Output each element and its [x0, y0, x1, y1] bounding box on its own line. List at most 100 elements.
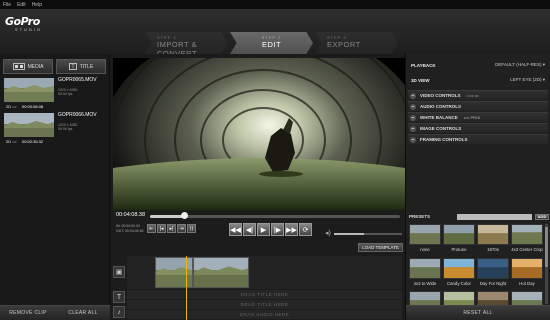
title-drop-zone[interactable]: DRAG TITLE HERE — [127, 300, 402, 309]
menu-file[interactable]: File — [3, 2, 11, 8]
collapse-icon: − — [410, 92, 416, 99]
remove-clip-button[interactable]: REMOVE CLIP — [0, 305, 56, 320]
preset-thumbnail — [443, 224, 475, 245]
clip-duration: 00:02:35.32 — [22, 139, 44, 144]
clear-all-button[interactable]: CLEAR ALL — [56, 305, 110, 320]
preset-tile[interactable]: 4x3 to Wide — [409, 258, 441, 290]
preset-thumbnail — [409, 291, 441, 305]
preset-thumbnail — [409, 224, 441, 245]
presets-bar: PRESETS ADD — [406, 212, 549, 221]
scrub-handle[interactable] — [181, 212, 188, 219]
audio-controls-section[interactable]: − AUDIO CONTROLS — [408, 101, 548, 111]
preset-thumbnail — [477, 258, 509, 279]
3d-view-value: LEFT EYE (2D) — [510, 77, 542, 82]
playback-select[interactable]: DEFAULT (HALF-RES) ▾ — [495, 62, 545, 68]
reset-all-button[interactable]: RESET ALL — [406, 305, 550, 320]
timeline-playhead[interactable] — [186, 256, 187, 320]
step-forward-button[interactable]: |▶ — [271, 223, 284, 236]
section-label: IMAGE CONTROLS — [420, 126, 462, 131]
mark-in-button[interactable]: ⇤ — [147, 224, 156, 233]
preset-tile[interactable]: Candy Color — [443, 258, 475, 290]
play-button[interactable]: ▶ — [257, 223, 270, 236]
split-button[interactable]: ⟨⟩ — [187, 224, 196, 233]
audio-track-icon: ♪ — [113, 306, 125, 318]
tab-media[interactable]: MEDIA — [3, 59, 53, 74]
loop-button[interactable]: ⟳ — [299, 223, 312, 236]
rewind-button[interactable]: ◀◀ — [229, 223, 242, 236]
preset-thumbnail — [443, 258, 475, 279]
menu-edit[interactable]: Edit — [17, 2, 26, 8]
video-controls-section[interactable]: − VIDEO CONTROLS • ••• ••• — [408, 90, 548, 100]
preset-tile[interactable] — [443, 291, 475, 305]
go-to-out-button[interactable]: ▸| — [167, 224, 176, 233]
3d-view-select[interactable]: LEFT EYE (2D) ▾ — [510, 77, 545, 83]
collapse-icon: − — [410, 125, 416, 132]
preset-thumbnail — [511, 258, 543, 279]
clip-2d-tag: 2D GP — [6, 139, 17, 144]
film-icon — [12, 63, 25, 70]
timeline-clip[interactable] — [193, 257, 249, 288]
presets-label: PRESETS — [409, 214, 431, 219]
preset-tile[interactable]: Hot Day — [511, 258, 543, 290]
preset-label: 1970s — [487, 247, 499, 252]
go-to-in-button[interactable]: |◂ — [157, 224, 166, 233]
preset-tile[interactable]: none — [409, 224, 441, 256]
3d-view-row: 3D VIEW LEFT EYE (2D) ▾ — [408, 75, 548, 85]
section-label: WHITE BALANCE — [420, 115, 458, 120]
mark-out-button[interactable]: ⇥ — [177, 224, 186, 233]
clip-fps: 59.94 fps — [58, 127, 73, 131]
clip-thumbnail — [4, 113, 54, 137]
preset-thumbnail — [511, 224, 543, 245]
media-clip-item[interactable]: GOPR0066.MOV 1920 x 1080 59.94 fps 2D GP … — [2, 110, 108, 144]
title-drop-zone[interactable]: DRAG TITLE HERE — [127, 290, 402, 299]
media-clip-item[interactable]: GOPR0065.MOV 1920 x 1080 59.94 fps 2D GP … — [2, 75, 108, 109]
section-extra: • ••• ••• — [466, 93, 479, 98]
clip-thumbnail — [4, 78, 54, 102]
preset-tile[interactable] — [409, 291, 441, 305]
video-frame — [113, 58, 405, 210]
section-label: FRAMING CONTROLS — [420, 137, 468, 142]
playback-value: DEFAULT (HALF-RES) — [495, 62, 542, 67]
menu-help[interactable]: Help — [32, 2, 42, 8]
scrub-bar-progress — [150, 215, 184, 218]
add-preset-button[interactable]: ADD — [535, 213, 549, 220]
video-preview[interactable] — [113, 58, 405, 210]
clip-duration: 00:00:08.08 — [22, 104, 44, 109]
preset-search-input[interactable] — [457, 213, 533, 220]
audio-drop-zone[interactable]: DRAG AUDIO HERE — [127, 310, 402, 319]
timeline-clip[interactable] — [155, 257, 193, 288]
preset-thumbnail — [477, 291, 509, 305]
menu-bar: File Edit Help — [0, 0, 550, 9]
preset-tile[interactable] — [511, 291, 543, 305]
preset-tile[interactable] — [477, 291, 509, 305]
tab-title-label: TITLE — [79, 63, 94, 70]
preset-label: Candy Color — [447, 281, 471, 286]
step-import-convert[interactable]: STEP 1 IMPORT & CONVERT — [145, 32, 228, 54]
clip-name: GOPR0066.MOV — [58, 112, 97, 118]
preset-tile[interactable]: Day For Night — [477, 258, 509, 290]
collapse-icon: − — [410, 114, 416, 121]
out-point-label: OUT: 00:04:08.38 — [116, 229, 144, 233]
step-edit[interactable]: STEP 2 EDIT — [230, 32, 313, 54]
preset-tile[interactable]: 1970s — [477, 224, 509, 256]
fast-forward-button[interactable]: ▶▶ — [285, 223, 298, 236]
collapse-icon: − — [410, 103, 416, 110]
preset-tile[interactable]: 4x3 Center Crop — [511, 224, 543, 256]
clip-resolution: 1920 x 1080 59.94 fps — [58, 123, 77, 131]
load-template-button[interactable]: LOAD TEMPLATE — [358, 243, 403, 252]
title-icon: T — [68, 63, 77, 70]
preset-label: Protune — [451, 247, 467, 252]
preset-thumbnail — [443, 291, 475, 305]
presets-scrollbar-thumb[interactable] — [545, 227, 548, 267]
preset-tile[interactable]: Protune — [443, 224, 475, 256]
step-label: IMPORT & CONVERT — [157, 40, 198, 58]
step-export[interactable]: STEP 3 EXPORT — [315, 32, 398, 54]
tab-title[interactable]: T TITLE — [56, 59, 106, 74]
image-controls-section[interactable]: − IMAGE CONTROLS — [408, 123, 548, 133]
preset-label: 4x3 to Wide — [413, 281, 437, 286]
preset-thumbnail — [409, 258, 441, 279]
step-back-button[interactable]: ◀| — [243, 223, 256, 236]
framing-controls-section[interactable]: − FRAMING CONTROLS — [408, 134, 548, 144]
white-balance-section[interactable]: − WHITE BALANCE •••• PROI — [408, 112, 548, 122]
playback-label: PLAYBACK — [411, 62, 436, 68]
